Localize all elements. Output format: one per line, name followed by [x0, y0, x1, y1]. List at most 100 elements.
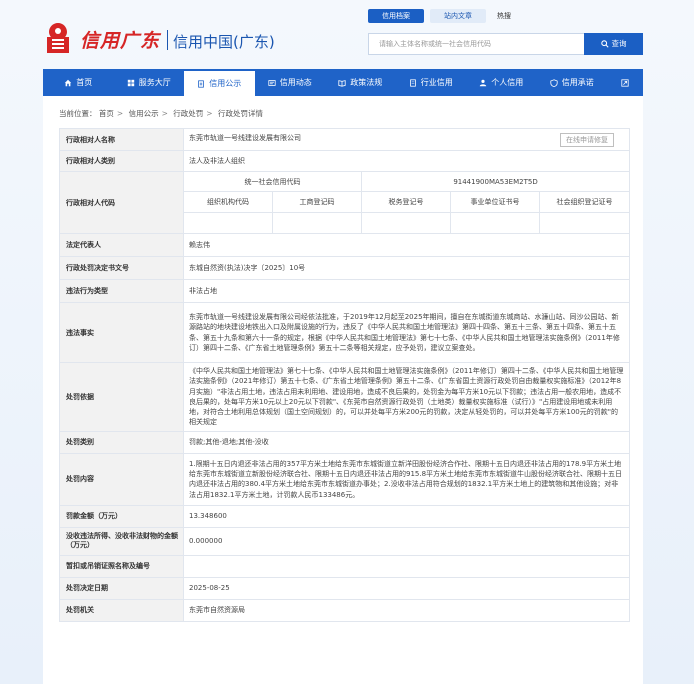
credit-logo-icon[interactable] [44, 22, 72, 54]
table-row: 行政相对人代码 统一社会信用代码 91441900MA53EM2T5D [59, 171, 631, 234]
table-row: 行政处罚决定书文号 东城自然资(执法)决字〔2025〕10号 [59, 256, 631, 280]
party-name-cell: 东莞市轨道一号线建设发展有限公司 在线申请修复 [182, 128, 631, 151]
search-button-label: 查询 [611, 39, 627, 48]
decision-date-label: 处罚决定日期 [59, 576, 184, 600]
tax-reg-value [361, 212, 451, 234]
legal-rep-label: 法定代表人 [59, 233, 184, 257]
nav-item-label: 个人信用 [491, 78, 524, 87]
license-label: 暂扣或吊销证照名称及编号 [59, 554, 184, 578]
party-name-label: 行政相对人名称 [59, 128, 184, 151]
person-icon [480, 79, 487, 86]
org-code-value [183, 212, 273, 234]
table-row: 暂扣或吊销证照名称及编号 [59, 554, 631, 578]
table-row: 行政相对人名称 东莞市轨道一号线建设发展有限公司 在线申请修复 [59, 128, 631, 151]
nav-item-credit-commitment[interactable]: 信用承诺 [537, 69, 608, 96]
nav-item-more[interactable] [607, 69, 643, 96]
building-icon [409, 78, 416, 87]
book-icon [338, 79, 346, 87]
nav-item-label: 行业信用 [420, 78, 453, 87]
brand-name[interactable]: 信用中国(广东) [173, 31, 275, 52]
doc-no-value: 东城自然资(执法)决字〔2025〕10号 [182, 256, 631, 280]
amount-value: 13.348600 [182, 504, 631, 528]
facts-value: 东莞市轨道一号线建设发展有限公司经依法批准，于2019年12月起至2025年期间… [182, 302, 631, 363]
nav-item-personal-credit[interactable]: 个人信用 [466, 69, 537, 96]
party-name-value: 东莞市轨道一号线建设发展有限公司 [189, 133, 301, 142]
table-row: 法定代表人 赖志伟 [59, 233, 631, 257]
breadcrumb-link-penalty[interactable]: 行政处罚 [173, 109, 203, 118]
table-row: 违法行为类型 非法占地 [59, 279, 631, 303]
table-row: 罚款金额（万元） 13.348600 [59, 504, 631, 528]
table-row: 处罚机关 东莞市自然资源局 [59, 598, 631, 622]
nav-item-industry-credit[interactable]: 行业信用 [396, 69, 467, 96]
party-type-value: 法人及非法人组织 [182, 150, 631, 172]
amount-label: 罚款金额（万元） [59, 504, 184, 528]
breadcrumb: 当前位置： 首页 > 信用公示 > 行政处罚 > 行政处罚详情 [59, 108, 263, 119]
basis-label: 处罚依据 [59, 362, 184, 432]
breadcrumb-link-disclosure[interactable]: 信用公示 [129, 109, 159, 118]
expand-icon [621, 78, 629, 87]
breadcrumb-separator: > [161, 109, 168, 118]
business-reg-label: 工商登记码 [272, 191, 362, 213]
nav-item-credit-disclosure[interactable]: 信用公示 [184, 69, 255, 96]
penalty-type-value: 罚款;其他-退地;其他-没收 [182, 430, 631, 454]
nav-item-label: 信用动态 [279, 78, 312, 87]
search-input[interactable]: 请输入主体名称或统一社会信用代码 [368, 33, 584, 55]
search-button[interactable]: 查询 [584, 33, 643, 55]
institution-cert-label: 事业单位证书号 [450, 191, 540, 213]
authority-value: 东莞市自然资源局 [182, 598, 631, 622]
nav-item-label: 信用承诺 [561, 78, 594, 87]
brand-script-logo[interactable]: 信用广东 [80, 26, 160, 53]
nav-item-label: 政策法规 [350, 78, 383, 87]
apply-repair-button[interactable]: 在线申请修复 [560, 132, 615, 147]
home-icon [65, 79, 72, 86]
violation-type-label: 违法行为类型 [59, 279, 184, 303]
main-nav: 首页 服务大厅 信用公示 信用动态 政策法规 行业信用 个人信用 信用承诺 [43, 69, 643, 96]
table-row: 行政相对人类别 法人及非法人组织 [59, 150, 631, 172]
social-org-cert-label: 社会组织登记证号 [538, 191, 631, 213]
site-header: 信用广东 信用中国(广东) 信用档案 站内文章 热搜 请输入主体名称或统一社会信… [0, 0, 694, 68]
nav-item-label: 首页 [76, 78, 93, 87]
decision-date-value: 2025-08-25 [182, 576, 631, 600]
document-icon [198, 79, 205, 88]
party-type-label: 行政相对人类别 [59, 150, 184, 172]
news-icon [268, 79, 276, 86]
table-row: 处罚类别 罚款;其他-退地;其他-没收 [59, 430, 631, 454]
institution-cert-value [450, 212, 540, 234]
content-value: 1.限期十五日内退还非法占用的357平方米土地给东莞市东城街道立新洋田股份经济合… [182, 452, 631, 506]
nav-item-credit-news[interactable]: 信用动态 [255, 69, 326, 96]
legal-rep-value: 赖志伟 [182, 233, 631, 257]
search-icon [600, 40, 609, 48]
shield-icon [550, 78, 558, 87]
confiscation-value: 0.000000 [182, 526, 631, 556]
org-code-label: 组织机构代码 [183, 191, 273, 213]
business-reg-value [272, 212, 362, 234]
penalty-detail-table: 行政相对人名称 东莞市轨道一号线建设发展有限公司 在线申请修复 行政相对人类别 … [59, 128, 631, 622]
uscc-label: 统一社会信用代码 [183, 171, 362, 192]
doc-no-label: 行政处罚决定书文号 [59, 256, 184, 280]
nav-item-service-hall[interactable]: 服务大厅 [114, 69, 185, 96]
breadcrumb-separator: > [116, 109, 124, 118]
table-row: 违法事实 东莞市轨道一号线建设发展有限公司经依法批准，于2019年12月起至20… [59, 302, 631, 363]
nav-item-label: 服务大厅 [138, 78, 171, 87]
basis-value: 《中华人民共和国土地管理法》第七十七条、《中华人民共和国土地管理法实施条例》（2… [182, 362, 631, 432]
table-row: 处罚决定日期 2025-08-25 [59, 576, 631, 600]
table-row: 处罚依据 《中华人民共和国土地管理法》第七十七条、《中华人民共和国土地管理法实施… [59, 362, 631, 432]
search-tab-site-articles[interactable]: 站内文章 [430, 9, 486, 23]
breadcrumb-separator: > [206, 109, 213, 118]
search-tab-credit-file[interactable]: 信用档案 [368, 9, 424, 23]
facts-label: 违法事实 [59, 302, 184, 363]
social-org-cert-value [538, 212, 631, 234]
nav-item-home[interactable]: 首页 [43, 69, 114, 96]
table-row: 处罚内容 1.限期十五日内退还非法占用的357平方米土地给东莞市东城街道立新洋田… [59, 452, 631, 506]
breadcrumb-current: 行政处罚详情 [217, 109, 263, 118]
violation-type-value: 非法占地 [182, 279, 631, 303]
hot-search-label[interactable]: 热搜 [497, 11, 511, 21]
tax-reg-label: 税务登记号 [361, 191, 451, 213]
grid-icon [127, 79, 134, 86]
nav-item-policies[interactable]: 政策法规 [325, 69, 396, 96]
search-tabs: 信用档案 站内文章 [368, 9, 486, 23]
nav-item-label: 信用公示 [209, 79, 242, 88]
breadcrumb-link-home[interactable]: 首页 [99, 109, 114, 118]
penalty-type-label: 处罚类别 [59, 430, 184, 454]
main-content: 当前位置： 首页 > 信用公示 > 行政处罚 > 行政处罚详情 行政相对人名称 东莞市… [43, 96, 643, 684]
